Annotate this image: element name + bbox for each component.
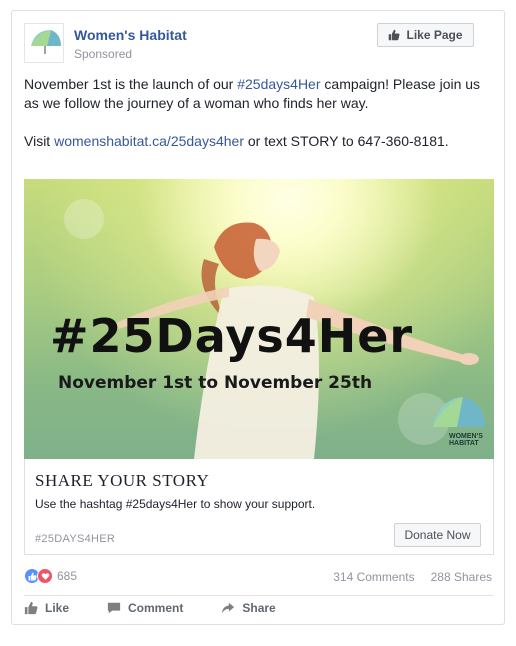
hashtag-link[interactable]: #25days4Her	[237, 76, 320, 92]
post-text-segment: or text STORY to 647-360-8181.	[244, 133, 449, 149]
habitat-logo-icon	[31, 30, 61, 54]
share-arrow-icon	[222, 602, 235, 614]
link-caption: #25DAYS4HER	[35, 533, 116, 545]
post-paragraph-2: Visit womenshabitat.ca/25days4her or tex…	[24, 132, 494, 151]
love-reaction-icon	[37, 568, 53, 584]
page-avatar[interactable]	[24, 23, 64, 63]
like-button[interactable]: Like	[24, 601, 69, 615]
page-name-link[interactable]: Women's Habitat	[74, 27, 187, 43]
thumbs-up-icon	[389, 29, 401, 41]
post-message: November 1st is the launch of our #25day…	[24, 75, 494, 170]
link-title[interactable]: SHARE YOUR STORY	[35, 471, 209, 491]
comment-bubble-icon	[107, 602, 121, 614]
shares-count-link[interactable]: 288 Shares	[431, 570, 492, 584]
thumbs-up-icon	[24, 601, 38, 615]
share-label: Share	[242, 601, 276, 615]
comment-label: Comment	[128, 601, 184, 615]
post-action-bar: Like Comment Share	[24, 601, 314, 615]
hero-date-range: November 1st to November 25th	[58, 373, 373, 393]
hero-logo-text: WOMEN'S HABITAT	[449, 433, 483, 447]
comments-count-link[interactable]: 314 Comments	[333, 570, 414, 584]
link-description: Use the hashtag #25days4Her to show your…	[35, 497, 316, 511]
like-page-label: Like Page	[406, 28, 463, 42]
sponsored-post-card: Women's Habitat Sponsored Like Page Nove…	[11, 10, 505, 625]
share-button[interactable]: Share	[221, 601, 276, 615]
like-page-button[interactable]: Like Page	[377, 23, 474, 47]
comment-button[interactable]: Comment	[107, 601, 183, 615]
like-label: Like	[45, 601, 70, 615]
actions-divider	[24, 595, 494, 596]
post-text-segment: Visit	[24, 133, 55, 149]
engagement-stats: 314 Comments 288 Shares	[333, 570, 492, 584]
website-link[interactable]: womenshabitat.ca/25days4her	[54, 133, 244, 149]
campaign-image[interactable]: #25Days4Her November 1st to November 25t…	[24, 179, 494, 459]
sponsored-label[interactable]: Sponsored	[74, 47, 132, 61]
reaction-count: 685	[57, 569, 78, 583]
reactions-summary[interactable]: 685	[24, 568, 77, 584]
donate-now-button[interactable]: Donate Now	[394, 523, 481, 547]
post-paragraph-1: November 1st is the launch of our #25day…	[24, 75, 494, 113]
post-text-segment: November 1st is the launch of our	[24, 76, 238, 92]
link-preview[interactable]: SHARE YOUR STORY Use the hashtag #25days…	[24, 459, 494, 555]
hero-headline: #25Days4Her	[50, 309, 414, 363]
